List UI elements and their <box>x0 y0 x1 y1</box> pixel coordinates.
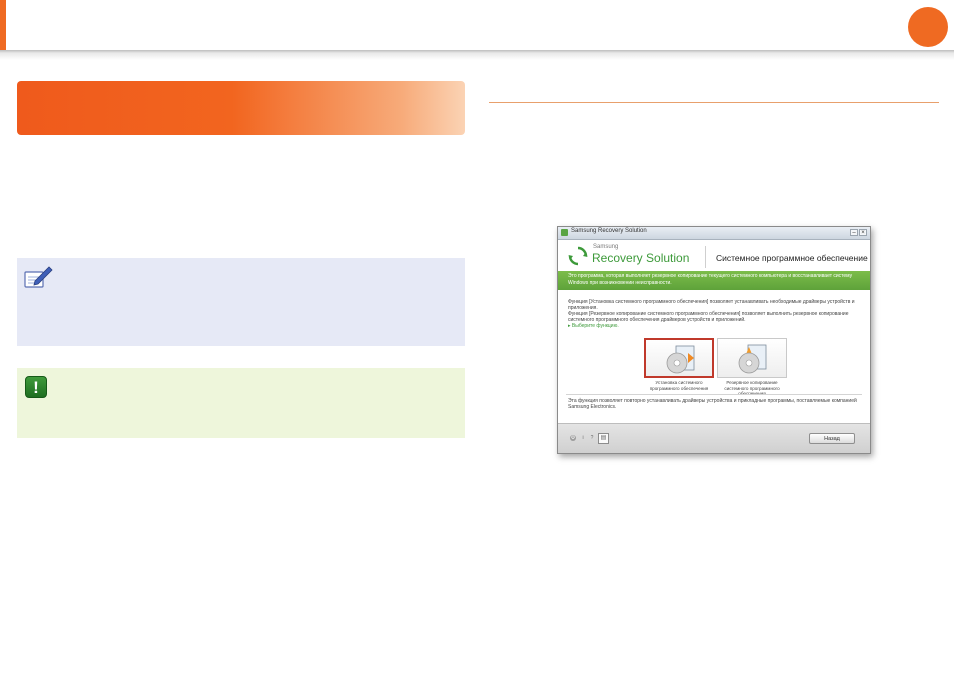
brand-product-name: Recovery Solution <box>592 251 690 265</box>
page-number-badge <box>908 7 948 47</box>
option-backup-software[interactable] <box>717 338 787 378</box>
recovery-solution-screenshot: Samsung Recovery Solution – × Samsung Re… <box>557 226 871 454</box>
info-banner: Это программа, которая выполняет резервн… <box>558 271 870 290</box>
app-icon <box>561 229 568 236</box>
banner-text: Это программа, которая выполняет резервн… <box>568 273 853 286</box>
help-icon[interactable]: ? <box>589 435 595 441</box>
body-line: Функция [Установка системного программно… <box>568 299 855 311</box>
select-prompt: ▸ Выберите функцию. <box>568 323 619 329</box>
window-title: Samsung Recovery Solution <box>571 228 647 234</box>
header-accent-bar <box>0 0 6 52</box>
back-button[interactable]: Назад <box>809 433 855 444</box>
description-divider <box>566 394 862 395</box>
screen-heading: Системное программное обеспечение <box>716 253 868 263</box>
section-title-bar <box>17 81 465 135</box>
brand-separator <box>705 246 706 268</box>
cd-install-icon <box>666 345 695 374</box>
document-icon[interactable]: ▤ <box>598 433 609 444</box>
header-rule <box>0 50 954 60</box>
recovery-logo-icon <box>568 246 588 266</box>
window-footer: ⚙ i ? ▤ Назад <box>558 423 870 453</box>
brand-samsung: Samsung <box>593 244 619 250</box>
close-button[interactable]: × <box>859 229 867 236</box>
body-line: Функция [Резервное копирование системног… <box>568 311 849 323</box>
exclamation-icon: ! <box>25 376 47 398</box>
function-description: Функция [Установка системного программно… <box>568 299 860 329</box>
minimize-button[interactable]: – <box>850 229 858 236</box>
gear-icon[interactable]: ⚙ <box>570 435 576 441</box>
window-titlebar: Samsung Recovery Solution – × <box>558 227 870 240</box>
brand-header: Samsung Recovery Solution Системное прог… <box>558 240 870 271</box>
note-pencil-icon <box>24 266 53 288</box>
info-icon[interactable]: i <box>580 435 586 441</box>
note-box <box>17 258 465 346</box>
option-install-software[interactable] <box>644 338 714 378</box>
cd-backup-icon <box>738 344 767 374</box>
warning-box: ! <box>17 368 465 438</box>
section-rule <box>489 102 939 103</box>
option-install-label: Установка системного программного обеспе… <box>649 380 709 391</box>
option-description: Эта функция позволяет повторно устанавли… <box>568 398 857 410</box>
